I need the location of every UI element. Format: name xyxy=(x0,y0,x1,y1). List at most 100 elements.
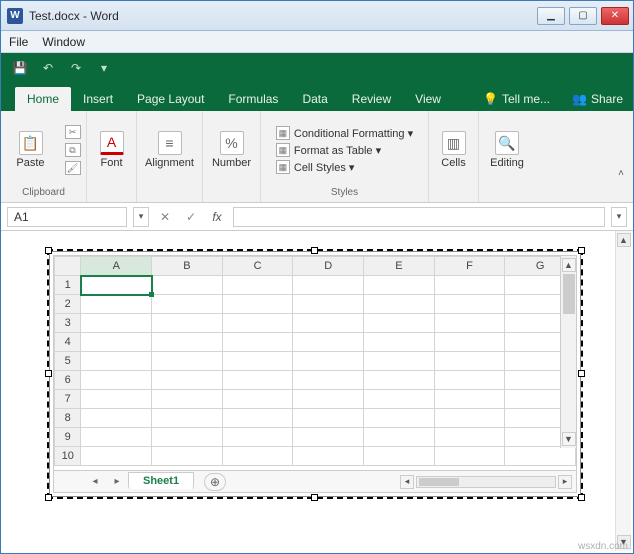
cell[interactable] xyxy=(81,295,152,314)
cell[interactable] xyxy=(434,409,505,428)
row-header-1[interactable]: 1 xyxy=(55,276,81,295)
cell[interactable] xyxy=(222,314,293,333)
cell[interactable] xyxy=(81,371,152,390)
row-header-2[interactable]: 2 xyxy=(55,295,81,314)
paste-button[interactable]: 📋 Paste xyxy=(7,131,55,169)
scroll-thumb[interactable] xyxy=(563,274,575,314)
sheet-tab-sheet1[interactable]: Sheet1 xyxy=(128,472,194,489)
cell[interactable] xyxy=(222,371,293,390)
cell[interactable] xyxy=(364,447,435,466)
save-icon[interactable]: 💾 xyxy=(11,59,29,77)
row-header-7[interactable]: 7 xyxy=(55,390,81,409)
menu-window[interactable]: Window xyxy=(42,35,85,49)
maximize-button[interactable]: ▢ xyxy=(569,7,597,25)
redo-icon[interactable]: ↷ xyxy=(67,59,85,77)
scroll-down-icon[interactable]: ▼ xyxy=(562,432,576,446)
resize-handle-top-center[interactable] xyxy=(311,247,318,254)
cell[interactable] xyxy=(364,428,435,447)
cell[interactable] xyxy=(81,333,152,352)
cell[interactable] xyxy=(152,390,223,409)
col-header-B[interactable]: B xyxy=(152,257,223,276)
resize-handle-top-right[interactable] xyxy=(578,247,585,254)
cell[interactable] xyxy=(434,314,505,333)
cell[interactable] xyxy=(222,352,293,371)
cut-icon[interactable]: ✂ xyxy=(65,125,81,139)
tab-data[interactable]: Data xyxy=(290,87,339,111)
scroll-left-icon[interactable]: ◂ xyxy=(400,475,414,489)
cell[interactable] xyxy=(152,333,223,352)
cell[interactable] xyxy=(293,314,364,333)
cell[interactable] xyxy=(434,295,505,314)
tab-tell-me[interactable]: 💡 Tell me... xyxy=(471,87,560,111)
cell[interactable] xyxy=(293,333,364,352)
tab-page-layout[interactable]: Page Layout xyxy=(125,87,216,111)
sheet-horizontal-scrollbar[interactable]: ◂ ▸ xyxy=(226,475,576,489)
cell[interactable] xyxy=(434,390,505,409)
tab-share[interactable]: 👥 Share xyxy=(560,87,633,111)
formula-input[interactable] xyxy=(233,207,605,227)
resize-handle-left-center[interactable] xyxy=(45,370,52,377)
scroll-right-icon[interactable]: ▸ xyxy=(558,475,572,489)
resize-handle-bottom-right[interactable] xyxy=(578,494,585,501)
cells-button[interactable]: ▥Cells xyxy=(430,131,478,169)
font-button[interactable]: AFont xyxy=(88,131,136,169)
col-header-A[interactable]: A xyxy=(81,257,152,276)
cell[interactable] xyxy=(434,352,505,371)
cell[interactable] xyxy=(81,314,152,333)
cell[interactable] xyxy=(434,428,505,447)
cell[interactable] xyxy=(364,295,435,314)
row-header-3[interactable]: 3 xyxy=(55,314,81,333)
cell[interactable] xyxy=(152,295,223,314)
cell[interactable] xyxy=(364,390,435,409)
cell[interactable] xyxy=(222,276,293,295)
cell[interactable] xyxy=(81,447,152,466)
format-as-table-button[interactable]: ▦Format as Table ▾ xyxy=(276,143,413,157)
cell[interactable] xyxy=(222,409,293,428)
new-sheet-button[interactable]: ⊕ xyxy=(204,473,226,491)
cell[interactable] xyxy=(222,428,293,447)
cell[interactable] xyxy=(293,371,364,390)
cell[interactable] xyxy=(152,314,223,333)
cell[interactable] xyxy=(81,428,152,447)
enter-formula-icon[interactable]: ✓ xyxy=(181,210,201,224)
cell[interactable] xyxy=(434,276,505,295)
tab-formulas[interactable]: Formulas xyxy=(216,87,290,111)
cell[interactable] xyxy=(152,276,223,295)
cell[interactable] xyxy=(434,447,505,466)
cell[interactable] xyxy=(152,447,223,466)
col-header-F[interactable]: F xyxy=(434,257,505,276)
cell[interactable] xyxy=(364,314,435,333)
cell[interactable] xyxy=(293,276,364,295)
name-box[interactable]: A1 xyxy=(7,207,127,227)
cell[interactable] xyxy=(152,371,223,390)
number-button[interactable]: %Number xyxy=(208,131,256,169)
col-header-E[interactable]: E xyxy=(364,257,435,276)
collapse-ribbon-icon[interactable]: ˄ xyxy=(618,168,624,179)
cell[interactable] xyxy=(364,352,435,371)
tab-insert[interactable]: Insert xyxy=(71,87,125,111)
tab-review[interactable]: Review xyxy=(340,87,403,111)
col-header-C[interactable]: C xyxy=(222,257,293,276)
row-header-5[interactable]: 5 xyxy=(55,352,81,371)
cell[interactable] xyxy=(293,390,364,409)
alignment-button[interactable]: ≡Alignment xyxy=(146,131,194,169)
cancel-formula-icon[interactable]: ✕ xyxy=(155,210,175,224)
editing-button[interactable]: 🔍Editing xyxy=(483,131,531,169)
cell-A1[interactable] xyxy=(81,276,152,295)
tab-view[interactable]: View xyxy=(403,87,453,111)
cell[interactable] xyxy=(152,428,223,447)
cell[interactable] xyxy=(222,447,293,466)
row-header-4[interactable]: 4 xyxy=(55,333,81,352)
cell[interactable] xyxy=(364,409,435,428)
close-button[interactable]: ✕ xyxy=(601,7,629,25)
cell[interactable] xyxy=(434,371,505,390)
fx-icon[interactable]: fx xyxy=(207,210,227,224)
cell[interactable] xyxy=(293,428,364,447)
cell[interactable] xyxy=(434,333,505,352)
cell[interactable] xyxy=(222,295,293,314)
copy-icon[interactable]: ⧉ xyxy=(65,143,81,157)
select-all-corner[interactable] xyxy=(55,257,81,276)
scroll-up-icon[interactable]: ▲ xyxy=(562,258,576,272)
tab-home[interactable]: Home xyxy=(15,87,71,111)
col-header-D[interactable]: D xyxy=(293,257,364,276)
